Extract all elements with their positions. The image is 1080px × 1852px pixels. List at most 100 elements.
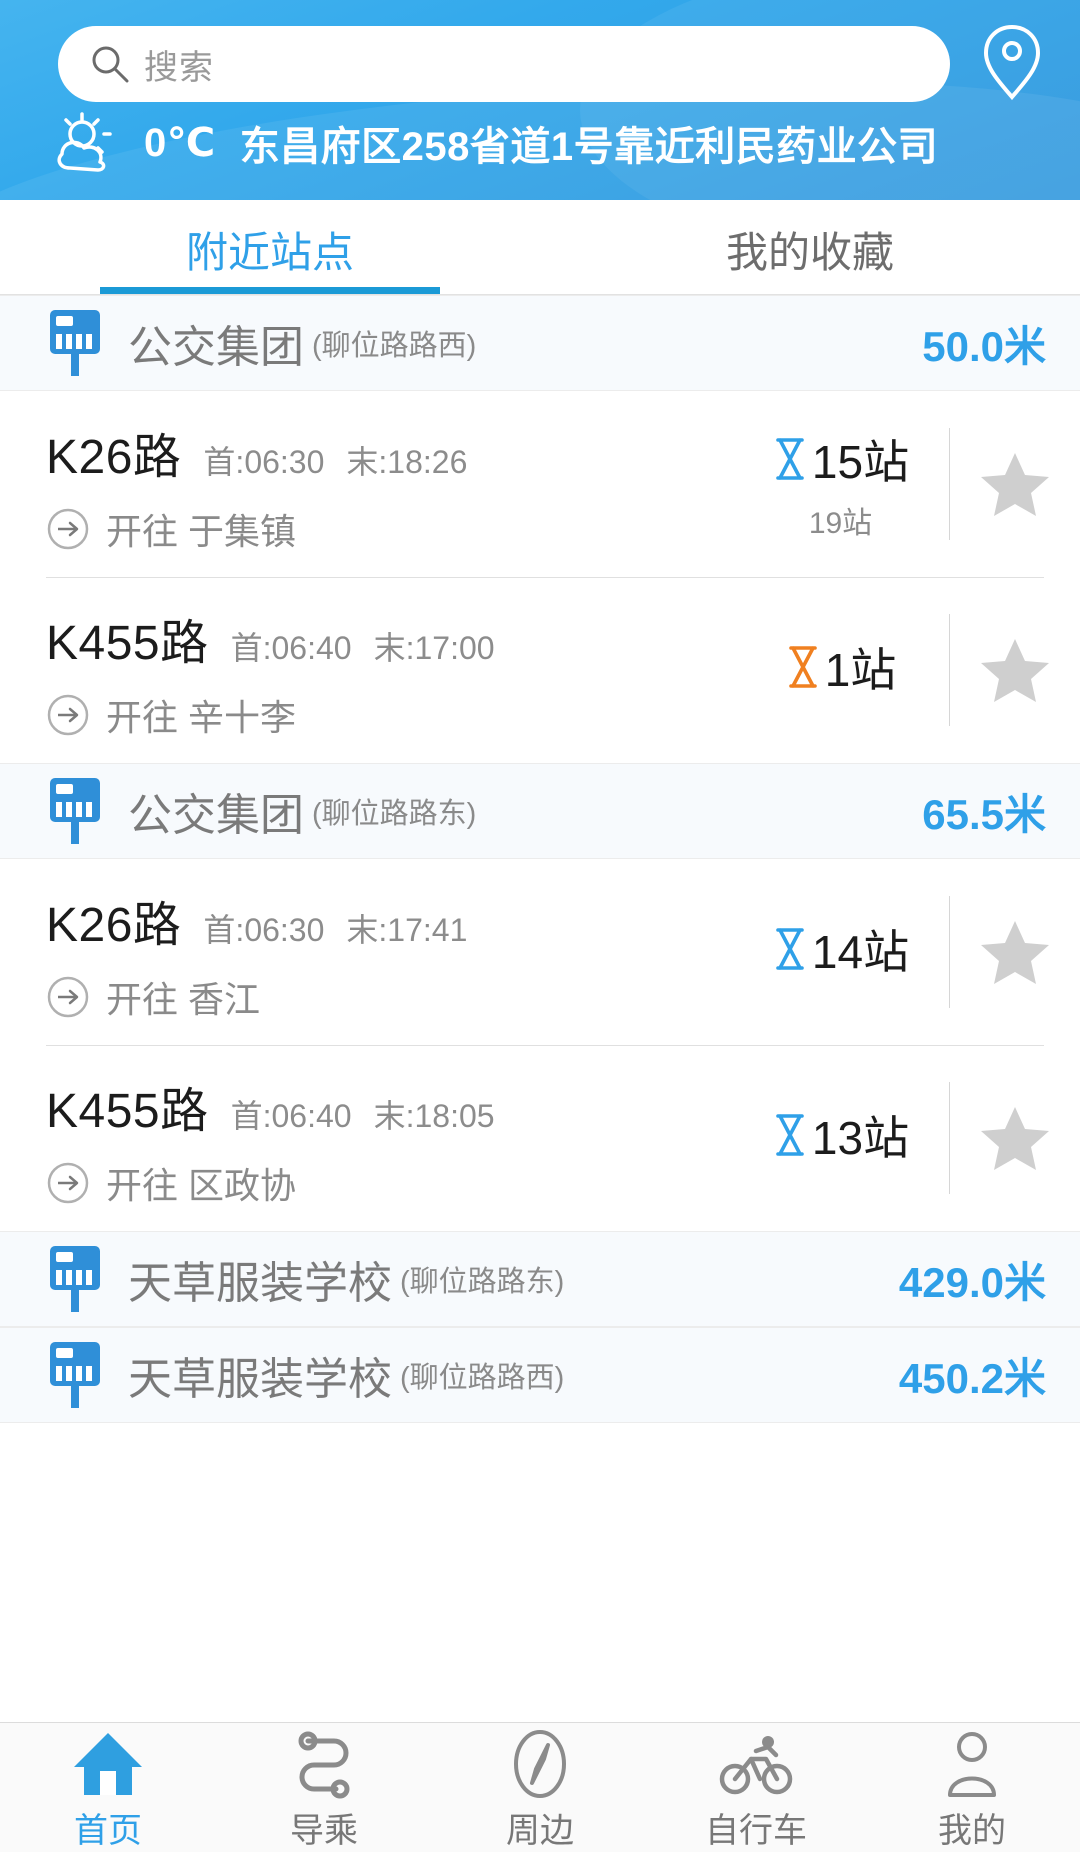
- search-input[interactable]: 搜索: [58, 26, 950, 102]
- route-row[interactable]: K26路 首:06:30 末:17:41 开往 香江 14站: [0, 859, 1080, 1045]
- route-row[interactable]: K455路 首:06:40 末:17:00 开往 辛十李 1站: [0, 577, 1080, 763]
- station-sub-name: (聊位路路东): [400, 1266, 565, 1298]
- app-header: 搜索 0℃ 东昌府区258省道1号靠近利民药业公司: [0, 0, 1080, 200]
- route-first-time: 首:06:40: [230, 1098, 352, 1134]
- route-name: K26路: [46, 899, 182, 952]
- nav-label-nearby: 周边: [506, 1812, 574, 1850]
- route-first-time: 首:06:30: [203, 444, 325, 480]
- favorite-button[interactable]: [950, 451, 1080, 517]
- hourglass-icon: [772, 927, 808, 971]
- route-name: K26路: [46, 431, 182, 484]
- tab-my-favorites-label: 我的收藏: [725, 229, 894, 276]
- route-status-area: 13站: [740, 1063, 1080, 1213]
- station-distance: 450.2米: [898, 1354, 1046, 1402]
- app-root: 搜索 0℃ 东昌府区258省道1号靠近利民药业公司 附近站点 我的收藏 公交集团…: [0, 0, 1080, 1852]
- route-last-time: 末:18:05: [373, 1098, 495, 1134]
- station-list[interactable]: 公交集团 (聊位路路西) 50.0米 K26路 首:06:30 末:18:26: [0, 295, 1080, 1722]
- sun-cloud-icon: [52, 112, 130, 174]
- nav-label-home: 首页: [74, 1812, 142, 1850]
- bottom-navigation: 首页 导乘 周边 自行车 我的: [0, 1722, 1080, 1852]
- station-distance: 65.5米: [922, 790, 1046, 838]
- route-eta-stops: 15站: [811, 436, 910, 488]
- arrow-right-circle-icon: [46, 693, 90, 737]
- hourglass-icon: [785, 645, 821, 689]
- route-times: 首:06:40 末:17:00: [231, 623, 495, 669]
- station-header-row[interactable]: 天草服装学校 (聊位路路西) 450.2米: [0, 1327, 1080, 1423]
- route-status-area: 15站 19站: [740, 409, 1080, 559]
- route-times: 首:06:40 末:18:05: [231, 1091, 495, 1137]
- route-destination-text: 开往 辛十李: [106, 697, 297, 738]
- search-placeholder-text: 搜索: [144, 48, 214, 87]
- weather-bar[interactable]: 0℃ 东昌府区258省道1号靠近利民药业公司: [0, 102, 1080, 174]
- weather-temperature: 0℃: [144, 121, 216, 165]
- bus-stop-icon: [46, 1244, 106, 1314]
- station-header-row[interactable]: 公交集团 (聊位路路东) 65.5米: [0, 763, 1080, 859]
- route-eta-secondary: 19站: [808, 507, 873, 540]
- nav-item-nearby[interactable]: 周边: [432, 1723, 648, 1852]
- station-distance: 50.0米: [922, 322, 1046, 370]
- favorite-button[interactable]: [950, 919, 1080, 985]
- route-destination-text: 开往 区政协: [106, 1165, 297, 1206]
- tab-my-favorites[interactable]: 我的收藏: [540, 200, 1080, 294]
- person-icon: [934, 1729, 1010, 1799]
- route-row[interactable]: K26路 首:06:30 末:18:26 开往 于集镇 15站 19站: [0, 391, 1080, 577]
- station-sub-name: (聊位路路东): [312, 798, 477, 830]
- route-last-time: 末:17:00: [373, 630, 495, 666]
- route-icon: [286, 1729, 362, 1799]
- route-status-area: 14站: [740, 877, 1080, 1027]
- arrow-right-circle-icon: [46, 975, 90, 1019]
- nav-item-home[interactable]: 首页: [0, 1723, 216, 1852]
- favorite-button[interactable]: [950, 1105, 1080, 1171]
- route-eta-block[interactable]: 15站 19站: [740, 428, 950, 540]
- star-icon: [980, 1105, 1050, 1171]
- route-last-time: 末:18:26: [346, 444, 468, 480]
- route-destination-text: 开往 香江: [106, 979, 261, 1020]
- tab-nearby-stations-label: 附近站点: [185, 229, 354, 276]
- hourglass-icon: [772, 1113, 808, 1157]
- map-pin-icon: [980, 23, 1044, 106]
- star-icon: [980, 637, 1050, 703]
- route-eta-stops: 14站: [811, 926, 910, 978]
- bus-stop-icon: [46, 776, 106, 846]
- route-name: K455路: [46, 617, 209, 670]
- route-eta-stops: 1站: [824, 644, 897, 696]
- station-distance: 429.0米: [898, 1258, 1046, 1306]
- star-icon: [980, 919, 1050, 985]
- search-row: 搜索: [0, 0, 1080, 102]
- station-header-row[interactable]: 天草服装学校 (聊位路路东) 429.0米: [0, 1231, 1080, 1327]
- tab-bar: 附近站点 我的收藏: [0, 200, 1080, 295]
- station-header-row[interactable]: 公交集团 (聊位路路西) 50.0米: [0, 295, 1080, 391]
- station-name: 天草服装学校: [128, 1355, 392, 1404]
- route-times: 首:06:30 末:18:26: [203, 437, 467, 483]
- bus-stop-icon: [46, 1340, 106, 1410]
- favorite-button[interactable]: [950, 637, 1080, 703]
- arrow-right-circle-icon: [46, 507, 90, 551]
- tab-nearby-stations[interactable]: 附近站点: [0, 200, 540, 294]
- bicycle-icon: [718, 1729, 794, 1799]
- route-destination-text: 开往 于集镇: [106, 511, 297, 552]
- station-name: 公交集团: [128, 323, 304, 372]
- route-first-time: 首:06:30: [203, 912, 325, 948]
- nav-item-bicycle[interactable]: 自行车: [648, 1723, 864, 1852]
- route-eta-block[interactable]: 13站: [740, 1082, 950, 1194]
- map-pin-button[interactable]: [964, 24, 1060, 102]
- nav-item-profile[interactable]: 我的: [864, 1723, 1080, 1852]
- station-name: 公交集团: [128, 791, 304, 840]
- search-icon: [90, 44, 130, 84]
- arrow-right-circle-icon: [46, 1161, 90, 1205]
- route-eta-block[interactable]: 1站: [740, 614, 950, 726]
- nav-item-route[interactable]: 导乘: [216, 1723, 432, 1852]
- station-sub-name: (聊位路路西): [312, 330, 477, 362]
- star-icon: [980, 451, 1050, 517]
- station-name: 天草服装学校: [128, 1259, 392, 1308]
- bus-stop-icon: [46, 308, 106, 378]
- nav-label-profile: 我的: [938, 1812, 1006, 1850]
- route-name: K455路: [46, 1085, 209, 1138]
- route-status-area: 1站: [740, 595, 1080, 745]
- nav-label-route: 导乘: [290, 1812, 358, 1850]
- station-sub-name: (聊位路路西): [400, 1362, 565, 1394]
- hourglass-icon: [772, 437, 808, 481]
- route-last-time: 末:17:41: [346, 912, 468, 948]
- route-row[interactable]: K455路 首:06:40 末:18:05 开往 区政协 13站: [0, 1045, 1080, 1231]
- route-eta-block[interactable]: 14站: [740, 896, 950, 1008]
